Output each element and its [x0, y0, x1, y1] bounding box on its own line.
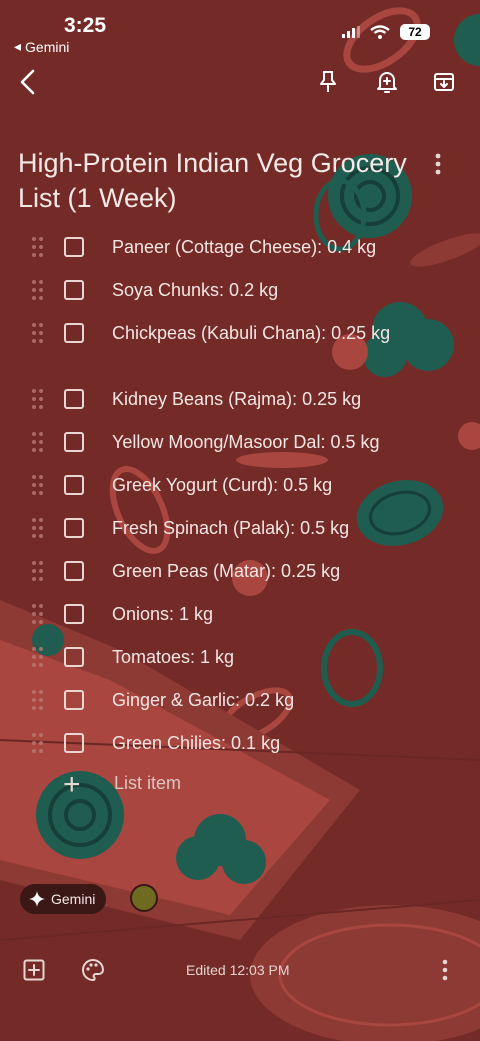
- drag-handle-icon[interactable]: [30, 321, 46, 345]
- add-content-button[interactable]: [17, 953, 51, 987]
- back-arrow-icon: [20, 69, 35, 95]
- add-list-item-button[interactable]: + List item: [0, 770, 480, 800]
- signal-icon: [342, 26, 360, 38]
- list-item-label[interactable]: Ginger & Garlic: 0.2 kg: [112, 688, 442, 712]
- status-icons: 72: [342, 24, 430, 40]
- item-checkbox[interactable]: [64, 561, 84, 581]
- drag-handle-icon[interactable]: [30, 645, 46, 669]
- item-checkbox[interactable]: [64, 475, 84, 495]
- pin-button[interactable]: [310, 64, 346, 100]
- item-checkbox[interactable]: [64, 604, 84, 624]
- add-box-icon: [23, 959, 45, 981]
- background-options-button[interactable]: [76, 953, 110, 987]
- wifi-icon: [370, 25, 390, 39]
- back-to-app-link[interactable]: ◂ Gemini: [14, 38, 69, 55]
- list-item-label[interactable]: Yellow Moong/Masoor Dal: 0.5 kg: [112, 430, 442, 454]
- list-item-label[interactable]: Onions: 1 kg: [112, 602, 442, 626]
- drag-handle-icon[interactable]: [30, 559, 46, 583]
- item-checkbox[interactable]: [64, 280, 84, 300]
- status-time: 3:25: [64, 14, 107, 37]
- drag-handle-icon[interactable]: [30, 688, 46, 712]
- list-item-label[interactable]: Green Peas (Matar): 0.25 kg: [112, 559, 442, 583]
- title-more-button[interactable]: [426, 146, 450, 182]
- list-item-label[interactable]: Fresh Spinach (Palak): 0.5 kg: [112, 516, 442, 540]
- drag-handle-icon[interactable]: [30, 430, 46, 454]
- bottom-more-button[interactable]: [428, 953, 462, 987]
- list-item-label[interactable]: Kidney Beans (Rajma): 0.25 kg: [112, 387, 442, 411]
- palette-icon: [82, 958, 105, 982]
- battery-indicator: 72: [400, 24, 430, 40]
- gemini-sparkle-icon: [29, 891, 45, 907]
- drag-handle-icon[interactable]: [30, 473, 46, 497]
- plus-icon: +: [63, 768, 81, 801]
- list-item-label[interactable]: Soya Chunks: 0.2 kg: [112, 278, 442, 302]
- list-item-label[interactable]: Green Chilies: 0.1 kg: [112, 731, 442, 755]
- note-color-swatch[interactable]: [130, 884, 158, 912]
- list-item-label[interactable]: Chickpeas (Kabuli Chana): 0.25 kg: [112, 321, 442, 345]
- more-vertical-icon: [442, 959, 448, 981]
- item-checkbox[interactable]: [64, 690, 84, 710]
- drag-handle-icon[interactable]: [30, 278, 46, 302]
- small-back-triangle-icon: ◂: [14, 38, 22, 54]
- archive-icon: [434, 73, 454, 91]
- drag-handle-icon[interactable]: [30, 602, 46, 626]
- list-item-label[interactable]: Greek Yogurt (Curd): 0.5 kg: [112, 473, 442, 497]
- more-vertical-icon: [435, 153, 441, 175]
- item-checkbox[interactable]: [64, 323, 84, 343]
- item-checkbox[interactable]: [64, 389, 84, 409]
- drag-handle-icon[interactable]: [30, 387, 46, 411]
- edited-timestamp: Edited 12:03 PM: [186, 962, 290, 978]
- back-app-label: Gemini: [25, 38, 70, 55]
- drag-handle-icon[interactable]: [30, 516, 46, 540]
- gemini-chip-label: Gemini: [51, 891, 96, 907]
- item-checkbox[interactable]: [64, 647, 84, 667]
- add-list-item-placeholder: List item: [114, 773, 182, 793]
- drag-handle-icon[interactable]: [30, 235, 46, 259]
- item-checkbox[interactable]: [64, 237, 84, 257]
- item-checkbox[interactable]: [64, 733, 84, 753]
- archive-button[interactable]: [426, 64, 462, 100]
- item-checkbox[interactable]: [64, 518, 84, 538]
- gemini-chip[interactable]: Gemini: [20, 884, 107, 914]
- drag-handle-icon[interactable]: [30, 731, 46, 755]
- note-title[interactable]: High-Protein Indian Veg Grocery List (1 …: [18, 146, 408, 216]
- list-item-label[interactable]: Paneer (Cottage Cheese): 0.4 kg: [112, 235, 442, 259]
- pin-icon: [320, 71, 336, 92]
- item-checkbox[interactable]: [64, 432, 84, 452]
- reminder-bell-icon: [377, 72, 397, 93]
- list-item-label[interactable]: Tomatoes: 1 kg: [112, 645, 442, 669]
- back-button[interactable]: [10, 64, 46, 100]
- reminder-button[interactable]: [369, 64, 405, 100]
